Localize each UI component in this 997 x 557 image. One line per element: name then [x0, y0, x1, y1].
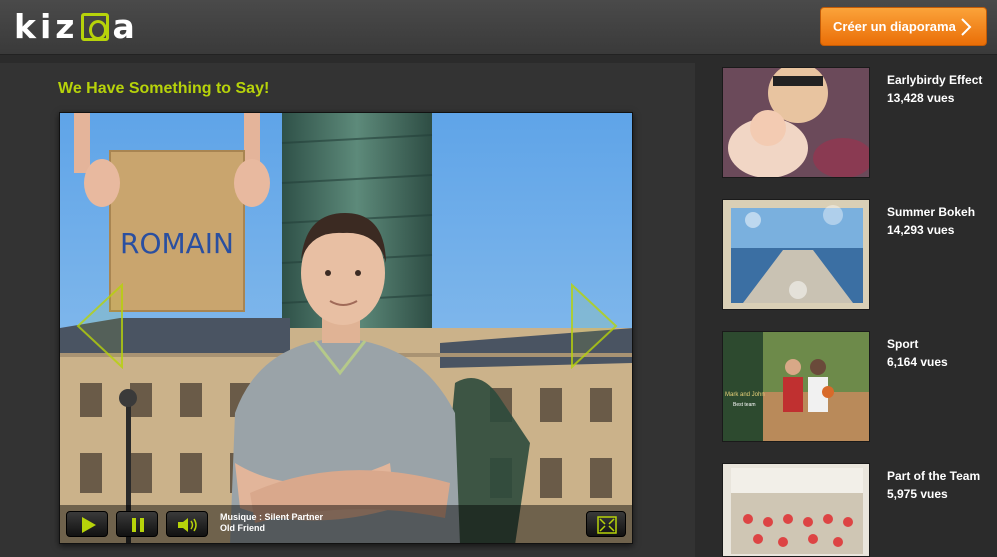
related-thumbnail[interactable]	[722, 67, 870, 178]
pause-icon	[132, 518, 144, 532]
related-slideshow-item[interactable]: Mark and John Best team Sport 6,164 vues	[722, 331, 997, 443]
logo-camera-o-icon	[81, 13, 110, 41]
related-thumbnail[interactable]	[722, 463, 870, 557]
pause-button[interactable]	[116, 511, 158, 537]
related-views: 14,293 vues	[887, 223, 955, 237]
related-views: 6,164 vues	[887, 355, 948, 369]
top-bar: kiz a Créer un diaporama	[0, 0, 997, 55]
related-slideshow-item[interactable]: Earlybirdy Effect 13,428 vues	[722, 67, 997, 179]
next-slide-arrow-icon[interactable]	[568, 283, 620, 369]
earlybirdy-thumbnail-image	[723, 68, 869, 177]
related-slideshow-item[interactable]: Summer Bokeh 14,293 vues	[722, 199, 997, 311]
related-title[interactable]: Summer Bokeh	[887, 205, 975, 219]
play-icon	[82, 517, 96, 533]
kizoa-logo[interactable]: kiz a	[14, 7, 139, 46]
slideshow-player[interactable]: ROMAIN Musique : Silent Partner Old Frie…	[59, 112, 633, 544]
related-title[interactable]: Earlybirdy Effect	[887, 73, 982, 87]
summer-bokeh-thumbnail-image	[723, 200, 869, 309]
sport-thumb-text-a: Mark and John	[725, 392, 765, 398]
music-credit: Musique : Silent Partner Old Friend	[220, 512, 323, 534]
previous-slide-arrow-icon[interactable]	[74, 283, 126, 369]
slide-photo: ROMAIN	[60, 113, 632, 543]
chevron-right-icon	[961, 18, 972, 36]
player-controls: Musique : Silent Partner Old Friend	[60, 505, 632, 543]
related-slideshow-item[interactable]: Part of the Team 5,975 vues	[722, 463, 997, 557]
sign-text: ROMAIN	[120, 227, 234, 260]
fullscreen-button[interactable]	[586, 511, 626, 537]
create-slideshow-button[interactable]: Créer un diaporama	[820, 7, 987, 46]
related-title[interactable]: Part of the Team	[887, 469, 980, 483]
volume-button[interactable]	[166, 511, 208, 537]
create-slideshow-label: Créer un diaporama	[833, 19, 956, 34]
play-button[interactable]	[66, 511, 108, 537]
team-thumbnail-image	[723, 464, 869, 556]
music-credit-line2: Old Friend	[220, 523, 265, 533]
related-thumbnail[interactable]	[722, 199, 870, 310]
related-views: 13,428 vues	[887, 91, 955, 105]
music-credit-line1: Musique : Silent Partner	[220, 512, 324, 522]
sport-thumb-text-b: Best team	[733, 402, 756, 408]
related-title[interactable]: Sport	[887, 337, 918, 351]
slideshow-title: We Have Something to Say!	[58, 80, 270, 97]
speaker-icon	[178, 518, 197, 532]
related-views: 5,975 vues	[887, 487, 948, 501]
related-thumbnail[interactable]: Mark and John Best team	[722, 331, 870, 442]
sport-thumbnail-image: Mark and John Best team	[723, 332, 869, 441]
fullscreen-icon	[597, 516, 617, 534]
